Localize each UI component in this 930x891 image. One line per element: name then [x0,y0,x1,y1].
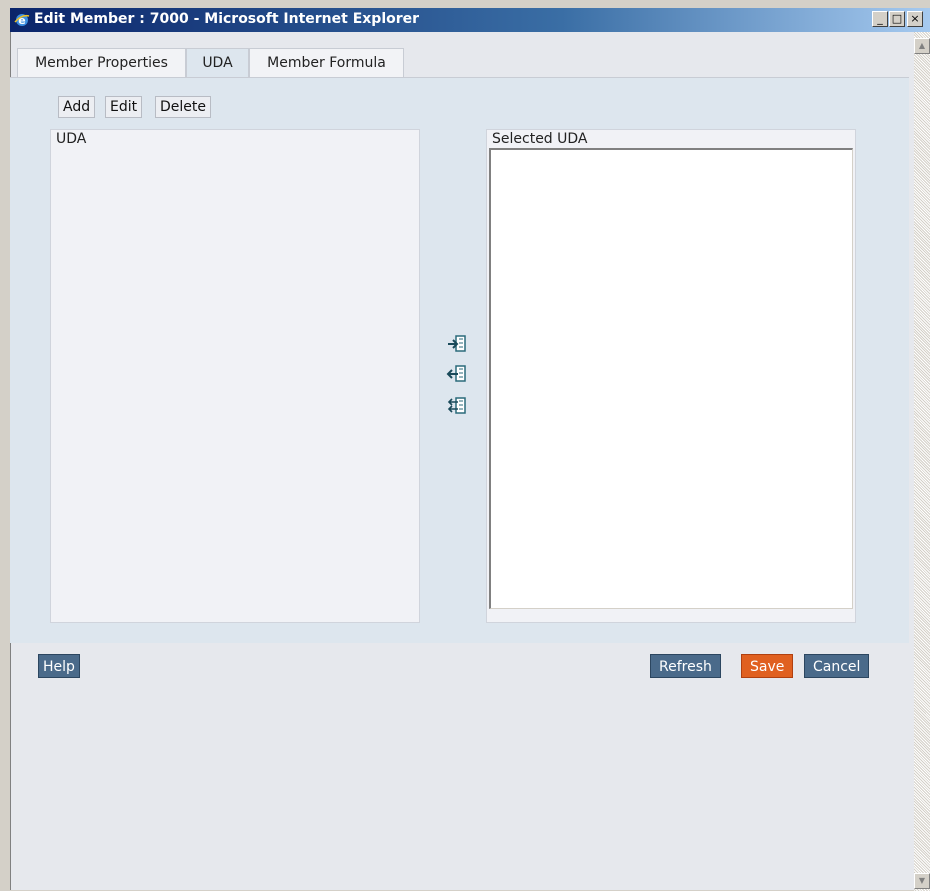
add-uda-button[interactable]: Add [58,96,96,118]
cancel-button[interactable]: Cancel [804,654,870,678]
tab-label: UDA [202,55,233,71]
window-titlebar[interactable]: e Edit Member : 7000 - Microsoft Interne… [10,8,930,32]
scroll-down-icon[interactable]: ▼ [914,873,930,889]
selected-uda-header: Selected UDA [492,131,588,147]
scroll-up-icon[interactable]: ▲ [914,38,930,54]
edit-uda-button[interactable]: Edit [105,96,143,118]
tab-label: Member Properties [35,55,168,71]
close-button[interactable]: × [907,11,923,27]
tab-member-formula[interactable]: Member Formula [249,48,404,77]
delete-uda-button[interactable]: Delete [155,96,211,118]
maximize-button[interactable]: □ [889,11,905,27]
help-button[interactable]: Help [38,654,80,678]
window-title: Edit Member : 7000 - Microsoft Internet … [34,11,420,27]
move-all-left-icon[interactable] [446,396,468,416]
refresh-button[interactable]: Refresh [650,654,721,678]
tab-label: Member Formula [267,55,386,71]
browser-window: e Edit Member : 7000 - Microsoft Interne… [0,0,930,891]
move-left-icon[interactable] [446,364,468,384]
minimize-button[interactable]: _ [872,11,888,27]
tab-member-properties[interactable]: Member Properties [17,48,186,77]
tab-uda[interactable]: UDA [186,48,249,79]
vertical-scrollbar[interactable] [914,32,930,891]
save-button[interactable]: Save [741,654,794,678]
move-right-icon[interactable] [446,334,468,354]
uda-list-header: UDA [56,131,87,147]
selected-uda-list[interactable] [489,148,853,609]
uda-list[interactable] [50,129,420,623]
ie-logo-icon: e [14,14,30,27]
